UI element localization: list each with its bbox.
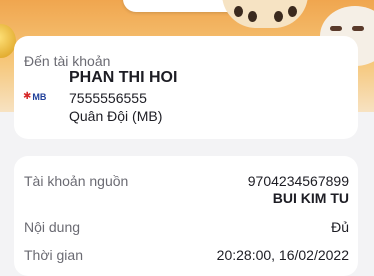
content-label: Nội dung [24,219,81,235]
time-value: 20:28:00, 16/02/2022 [216,247,349,263]
content-value: Đủ [331,219,349,235]
recipient-account-number: 7555556555 [69,90,147,106]
mb-logo-text: MB [32,92,47,102]
source-account-label: Tài khoản nguồn [24,173,129,189]
recipient-section-label: Đến tài khoản [24,53,111,69]
source-account-holder: BUI KIM TU [272,190,349,206]
recipient-bank-name: Quân Đội (MB) [69,108,163,124]
source-account-number: 9704234567899 [247,173,349,189]
recipient-name: PHAN THI HOI [69,69,178,86]
mb-bank-logo: ✱ MB [23,91,49,103]
time-label: Thời gian [24,247,83,263]
recipient-card: Đến tài khoản ✱ MB PHAN THI HOI 75555565… [14,36,358,139]
mb-star-icon: ✱ [23,91,32,102]
paw-icon [222,0,308,28]
transaction-details-card: Tài khoản nguồn 9704234567899 BUI KIM TU… [14,156,358,276]
